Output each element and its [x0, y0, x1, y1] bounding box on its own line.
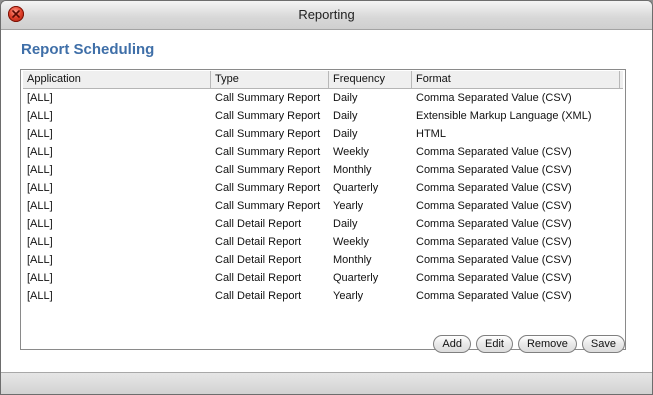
table-cell: Comma Separated Value (CSV): [416, 200, 572, 212]
table-cell: [ALL]: [27, 218, 53, 230]
table-cell: Call Summary Report: [215, 92, 321, 104]
table-cell: Comma Separated Value (CSV): [416, 236, 572, 248]
table-cell: Yearly: [333, 200, 364, 212]
table-row[interactable]: [ALL] Call Detail Report Yearly Comma Separ…: [23, 287, 623, 305]
table-cell: HTML: [416, 128, 446, 140]
table-cell: Weekly: [333, 146, 369, 158]
page-title: Report Scheduling: [21, 41, 155, 58]
edit-button[interactable]: Edit: [475, 335, 513, 353]
table-cell: Call Summary Report: [215, 110, 321, 122]
table-cell: Comma Separated Value (CSV): [416, 218, 572, 230]
title-bar[interactable]: Reporting: [1, 1, 652, 30]
table-cell: Comma Separated Value (CSV): [416, 164, 572, 176]
table-cell: [ALL]: [27, 236, 53, 248]
table-cell: Quarterly: [333, 182, 379, 194]
window-footer: [1, 372, 652, 394]
table-cell: Daily: [333, 218, 358, 230]
table-row[interactable]: [ALL] Call Detail Report Weekly Comma Separ…: [23, 233, 623, 251]
column-header-type[interactable]: Type: [211, 71, 329, 88]
table-cell: [ALL]: [27, 182, 53, 194]
save-button[interactable]: Save: [581, 335, 625, 353]
table-row[interactable]: [ALL] Call Summary Report Weekly Comma Sepa…: [23, 143, 623, 161]
table-row[interactable]: [ALL] Call Summary Report Yearly Comma Sepa…: [23, 197, 623, 215]
table-row[interactable]: [ALL] Call Detail Report Monthly Comma Sepa…: [23, 251, 623, 269]
table-cell: Weekly: [333, 236, 369, 248]
table-cell: Call Detail Report: [215, 290, 302, 302]
table-cell: Monthly: [333, 164, 372, 176]
table-cell: Comma Separated Value (CSV): [416, 254, 572, 266]
table-cell: Monthly: [333, 254, 372, 266]
table-cell: [ALL]: [27, 290, 53, 302]
table-cell: Comma Separated Value (CSV): [416, 146, 572, 158]
table-cell: Yearly: [333, 290, 364, 302]
table-cell: [ALL]: [27, 146, 53, 158]
table-cell: Call Summary Report: [215, 164, 321, 176]
table-body: [ALL] Call Summary Report Daily Comma Separ…: [23, 89, 623, 305]
column-header-application[interactable]: Application: [23, 71, 211, 88]
table-cell: [ALL]: [27, 200, 53, 212]
table-cell: [ALL]: [27, 254, 53, 266]
table-cell: Call Summary Report: [215, 146, 321, 158]
content-area: Report Scheduling Application Type Frequ…: [1, 30, 652, 372]
table-row[interactable]: [ALL] Call Summary Report Daily Extensible …: [23, 107, 623, 125]
table-cell: Daily: [333, 92, 358, 104]
table-cell: Call Summary Report: [215, 182, 321, 194]
add-button[interactable]: Add: [433, 335, 471, 353]
table-cell: [ALL]: [27, 272, 53, 284]
schedule-table: Application Type Frequency Format [ALL] C…: [20, 69, 626, 350]
table-row[interactable]: [ALL] Call Summary Report Daily HTML: [23, 125, 623, 143]
table-cell: [ALL]: [27, 128, 53, 140]
reporting-window: Reporting Report Scheduling Application …: [0, 0, 653, 395]
remove-button[interactable]: Remove: [517, 335, 577, 353]
table-cell: Call Summary Report: [215, 200, 321, 212]
table-cell: Daily: [333, 110, 358, 122]
table-row[interactable]: [ALL] Call Summary Report Monthly Comma Sep…: [23, 161, 623, 179]
table-cell: Call Detail Report: [215, 236, 302, 248]
table-row[interactable]: [ALL] Call Detail Report Quarterly Comma Se…: [23, 269, 623, 287]
table-cell: [ALL]: [27, 164, 53, 176]
table-cell: Comma Separated Value (CSV): [416, 182, 572, 194]
table-cell: Call Detail Report: [215, 272, 302, 284]
table-cell: Call Detail Report: [215, 254, 302, 266]
table-cell: Extensible Markup Language (XML): [416, 110, 592, 122]
table-row[interactable]: [ALL] Call Detail Report Daily Comma Separa…: [23, 215, 623, 233]
table-row[interactable]: [ALL] Call Summary Report Daily Comma Separ…: [23, 89, 623, 107]
table-cell: [ALL]: [27, 92, 53, 104]
window-title: Reporting: [298, 7, 355, 22]
table-cell: Quarterly: [333, 272, 379, 284]
table-cell: Call Detail Report: [215, 218, 302, 230]
table-cell: [ALL]: [27, 110, 53, 122]
column-header-format[interactable]: Format: [412, 71, 620, 88]
table-cell: Daily: [333, 128, 358, 140]
table-row[interactable]: [ALL] Call Summary Report Quarterly Comma S…: [23, 179, 623, 197]
action-buttons: Add Edit Remove Save: [433, 335, 625, 353]
table-cell: Comma Separated Value (CSV): [416, 290, 572, 302]
table-cell: Call Summary Report: [215, 128, 321, 140]
table-cell: Comma Separated Value (CSV): [416, 272, 572, 284]
table-cell: Comma Separated Value (CSV): [416, 92, 572, 104]
table-header: Application Type Frequency Format: [23, 71, 623, 89]
column-header-frequency[interactable]: Frequency: [329, 71, 412, 88]
